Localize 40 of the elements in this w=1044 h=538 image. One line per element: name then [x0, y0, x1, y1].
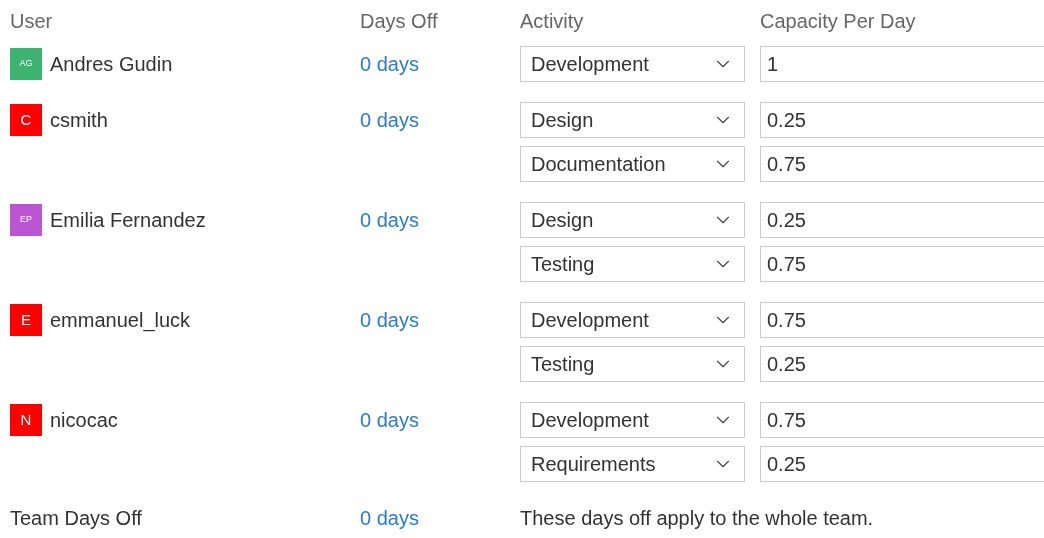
activity-select[interactable]: Development [520, 302, 745, 338]
days-off-link[interactable]: 0 days [360, 305, 419, 335]
team-note: These days off apply to the whole team. [520, 506, 875, 531]
activity-select[interactable]: Testing [520, 346, 745, 382]
column-header: Activity [520, 9, 584, 34]
activity-select[interactable]: Design [520, 202, 745, 238]
days-off-link[interactable]: 0 days [360, 503, 419, 533]
activity-select[interactable]: Testing [520, 246, 745, 282]
avatar: AG [10, 48, 42, 80]
activity-select[interactable]: Development [520, 402, 745, 438]
team-days-off-label: Team Days Off [10, 506, 143, 531]
capacity-field[interactable]: 0.75 [760, 246, 1044, 282]
user-name: Andres Gudin [50, 52, 173, 77]
activity-select[interactable]: Documentation [520, 146, 745, 182]
days-off-link[interactable]: 0 days [360, 49, 419, 79]
column-header: Days Off [360, 9, 438, 34]
capacity-field[interactable]: 0.25 [760, 446, 1044, 482]
capacity-field[interactable]: 0.75 [760, 402, 1044, 438]
activity-select[interactable]: Design [520, 102, 745, 138]
capacity-field[interactable]: 0.25 [760, 102, 1044, 138]
user-name: csmith [50, 108, 108, 133]
user-name: nicocac [50, 408, 118, 433]
capacity-field[interactable]: 0.25 [760, 346, 1044, 382]
capacity-field[interactable]: 0.75 [760, 146, 1044, 182]
days-off-link[interactable]: 0 days [360, 405, 419, 435]
activity-select[interactable]: Development [520, 46, 745, 82]
capacity-field[interactable]: 0.75 [760, 302, 1044, 338]
activity-select[interactable]: Requirements [520, 446, 745, 482]
avatar: E [10, 304, 42, 336]
avatar: N [10, 404, 42, 436]
avatar: EP [10, 204, 42, 236]
user-name: Emilia Fernandez [50, 208, 206, 233]
days-off-link[interactable]: 0 days [360, 205, 419, 235]
user-name: emmanuel_luck [50, 308, 191, 334]
column-header: User [10, 9, 53, 34]
capacity-field[interactable]: 0.25 [760, 202, 1044, 238]
avatar: C [10, 104, 42, 136]
capacity-field[interactable]: 1 [760, 46, 1044, 82]
column-header: Capacity Per Day [760, 9, 916, 34]
days-off-link[interactable]: 0 days [360, 105, 419, 135]
